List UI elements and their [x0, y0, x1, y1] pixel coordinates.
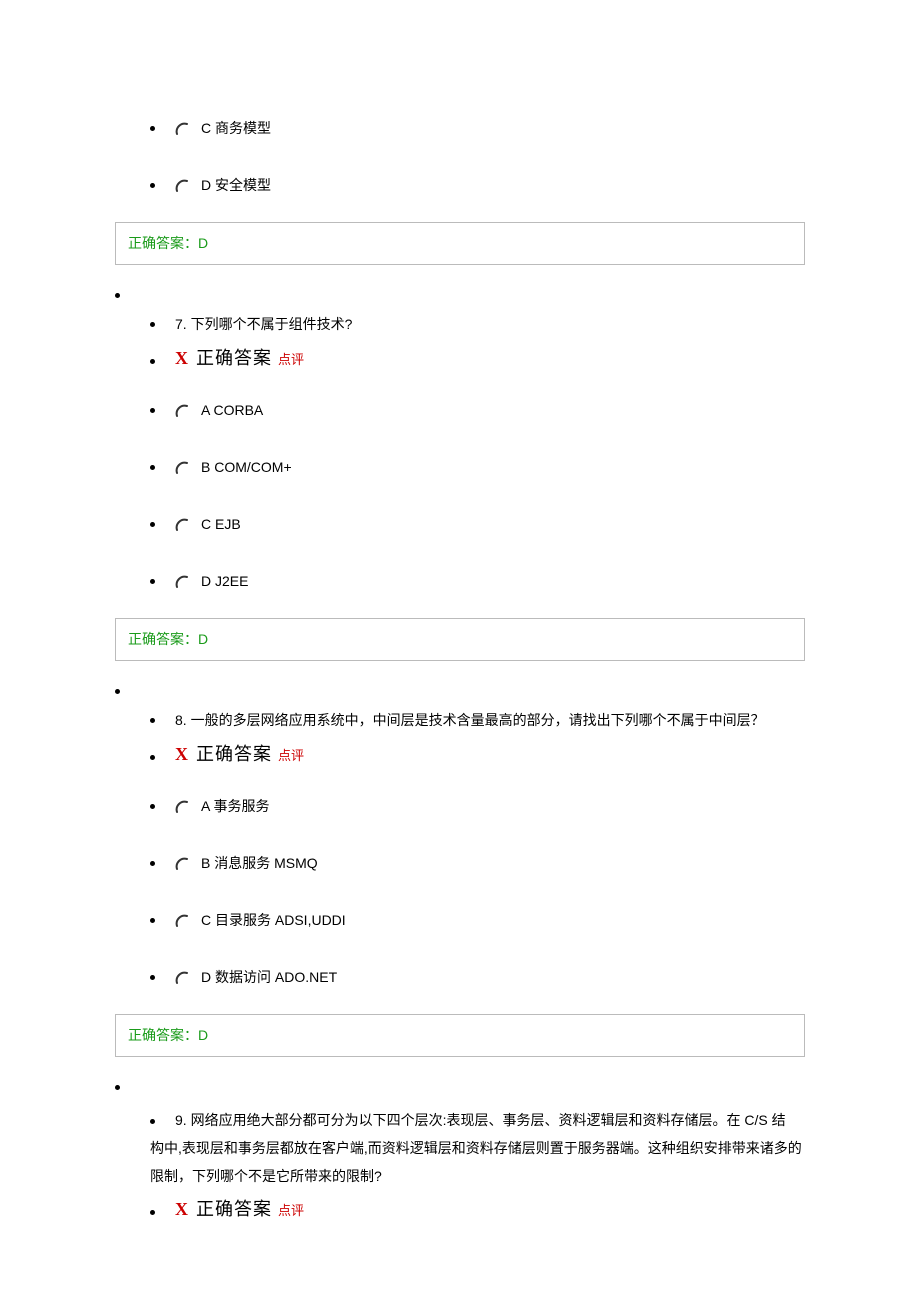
bullet-icon [150, 322, 155, 327]
q9-text-line1: 9. 网络应用绝大部分都可分为以下四个层次:表现层、事务层、资料逻辑层和资料存储… [175, 1112, 786, 1128]
q8-option-c[interactable]: C 目录服务 ADSI,UDDI [115, 892, 805, 949]
q7-option-a-label: A CORBA [201, 400, 263, 421]
bullet-icon [150, 522, 155, 527]
q8-option-a-label: A 事务服务 [201, 796, 269, 817]
radio-icon [175, 179, 189, 193]
q7-text-row: 7. 下列哪个不属于组件技术? [115, 308, 805, 339]
empty-bullet [115, 1075, 805, 1100]
q8-option-b-label: B 消息服务 MSMQ [201, 853, 318, 874]
q8-option-b[interactable]: B 消息服务 MSMQ [115, 835, 805, 892]
bullet-icon [150, 975, 155, 980]
comment-link[interactable]: 点评 [278, 746, 304, 766]
q8-text-row: 8. 一般的多层网络应用系统中，中间层是技术含量最高的部分，请找出下列哪个不属于… [115, 704, 805, 735]
radio-icon [175, 800, 189, 814]
bullet-icon [150, 465, 155, 470]
q6-option-d[interactable]: D 安全模型 [115, 157, 805, 214]
q8-option-d[interactable]: D 数据访问 ADO.NET [115, 949, 805, 1006]
bullet-icon [150, 1210, 155, 1215]
bullet-icon [150, 408, 155, 413]
bullet-icon [115, 293, 120, 298]
q7-option-b-label: B COM/COM+ [201, 457, 292, 478]
q7-option-c[interactable]: C EJB [115, 496, 805, 553]
empty-bullet [115, 283, 805, 308]
q6-answer-text: 正确答案：D [128, 235, 208, 251]
radio-icon [175, 857, 189, 871]
q6-option-d-label: D 安全模型 [201, 175, 271, 196]
correct-answer-label[interactable]: 正确答案 [196, 741, 272, 768]
correct-answer-label[interactable]: 正确答案 [196, 345, 272, 372]
q7-text: 7. 下列哪个不属于组件技术? [175, 314, 352, 335]
bullet-icon [115, 1085, 120, 1090]
q6-option-c-label: C 商务模型 [201, 118, 271, 139]
q7-answer-box: 正确答案：D [115, 618, 805, 661]
q8-option-c-label: C 目录服务 ADSI,UDDI [201, 910, 346, 931]
x-mark-icon: X [175, 741, 188, 768]
q9-text-line2: 构中,表现层和事务层都放在客户端,而资料逻辑层和资料存储层则置于服务器端。这种组… [150, 1140, 802, 1156]
q7-answer-text: 正确答案：D [128, 631, 208, 647]
radio-icon [175, 971, 189, 985]
bullet-icon [150, 918, 155, 923]
q7-option-d[interactable]: D J2EE [115, 553, 805, 610]
comment-link[interactable]: 点评 [278, 350, 304, 370]
bullet-icon [115, 689, 120, 694]
bullet-icon [150, 183, 155, 188]
q9-text-block: 9. 网络应用绝大部分都可分为以下四个层次:表现层、事务层、资料逻辑层和资料存储… [115, 1100, 805, 1190]
q6-option-c[interactable]: C 商务模型 [115, 100, 805, 157]
q8-text: 8. 一般的多层网络应用系统中，中间层是技术含量最高的部分，请找出下列哪个不属于… [175, 710, 765, 731]
q8-answer-line: X 正确答案 点评 [115, 735, 805, 778]
x-mark-icon: X [175, 345, 188, 372]
bullet-icon [150, 804, 155, 809]
correct-answer-label[interactable]: 正确答案 [196, 1196, 272, 1223]
bullet-icon [150, 861, 155, 866]
q7-option-a[interactable]: A CORBA [115, 382, 805, 439]
radio-icon [175, 575, 189, 589]
q8-answer-text: 正确答案：D [128, 1027, 208, 1043]
bullet-icon [150, 579, 155, 584]
radio-icon [175, 461, 189, 475]
x-mark-icon: X [175, 1196, 188, 1223]
q6-answer-box: 正确答案：D [115, 222, 805, 265]
radio-icon [175, 914, 189, 928]
radio-icon [175, 122, 189, 136]
bullet-icon [150, 1119, 155, 1124]
bullet-icon [150, 718, 155, 723]
q7-option-b[interactable]: B COM/COM+ [115, 439, 805, 496]
q8-option-d-label: D 数据访问 ADO.NET [201, 967, 337, 988]
radio-icon [175, 518, 189, 532]
q9-text-line3: 限制，下列哪个不是它所带来的限制? [150, 1168, 382, 1184]
bullet-icon [150, 126, 155, 131]
q7-option-d-label: D J2EE [201, 571, 248, 592]
radio-icon [175, 404, 189, 418]
q7-answer-line: X 正确答案 点评 [115, 339, 805, 382]
q8-answer-box: 正确答案：D [115, 1014, 805, 1057]
q8-option-a[interactable]: A 事务服务 [115, 778, 805, 835]
bullet-icon [150, 359, 155, 364]
empty-bullet [115, 679, 805, 704]
q9-answer-line: X 正确答案 点评 [115, 1190, 805, 1233]
comment-link[interactable]: 点评 [278, 1201, 304, 1221]
q7-option-c-label: C EJB [201, 514, 241, 535]
bullet-icon [150, 755, 155, 760]
